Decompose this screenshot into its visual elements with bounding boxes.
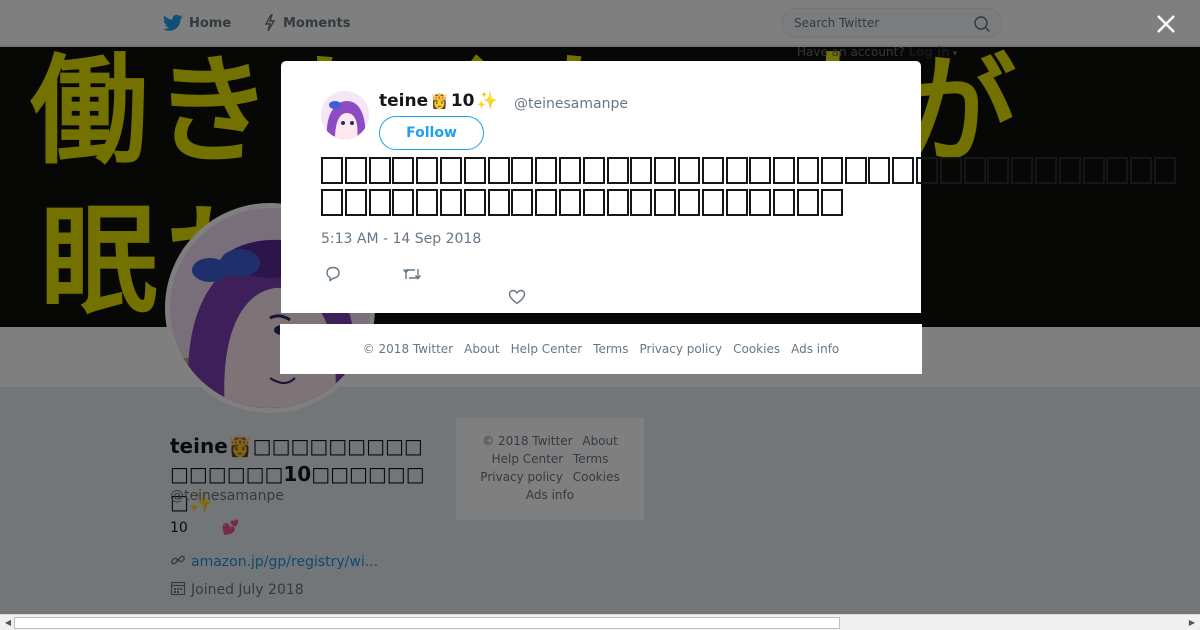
tweet-author-emoji: 👸 xyxy=(430,92,449,110)
missing-glyph-box xyxy=(463,157,486,184)
missing-glyph-box xyxy=(892,157,915,184)
modal-footer-privacy[interactable]: Privacy policy xyxy=(640,342,723,356)
tweet-text-line-1 xyxy=(321,156,1200,188)
tweet-author-handle[interactable]: @teinesamanpe xyxy=(514,96,628,112)
missing-glyph-box xyxy=(439,189,462,216)
horizontal-scrollbar[interactable]: ◀ ▶ xyxy=(0,614,1200,630)
close-icon[interactable] xyxy=(1153,11,1179,37)
modal-footer-copyright: © 2018 Twitter xyxy=(362,342,454,356)
missing-glyph-box xyxy=(392,189,415,216)
login-link[interactable]: Log in xyxy=(908,45,949,59)
tweet-author-name[interactable]: teine 👸 10 ✨ xyxy=(379,91,498,111)
missing-glyph-box xyxy=(1011,157,1034,184)
modal-footer: © 2018 Twitter About Help Center Terms P… xyxy=(280,324,922,374)
missing-glyph-box xyxy=(416,189,439,216)
missing-glyph-box xyxy=(677,157,700,184)
retweet-icon[interactable] xyxy=(402,265,422,287)
tweet-text xyxy=(321,156,1200,220)
tweet-author-sparkle: ✨ xyxy=(476,91,498,111)
missing-glyph-box xyxy=(915,157,938,184)
missing-glyph-box xyxy=(606,157,629,184)
missing-glyph-box xyxy=(416,157,439,184)
missing-glyph-box xyxy=(1034,157,1057,184)
missing-glyph-box xyxy=(701,157,724,184)
missing-glyph-box xyxy=(511,189,534,216)
tweet-text-line-2 xyxy=(321,188,1200,220)
missing-glyph-box xyxy=(630,157,653,184)
missing-glyph-box xyxy=(368,189,391,216)
missing-glyph-box xyxy=(654,189,677,216)
tweet-author-avatar[interactable] xyxy=(321,91,369,139)
missing-glyph-box xyxy=(630,189,653,216)
missing-glyph-box xyxy=(796,157,819,184)
follow-button[interactable]: Follow xyxy=(379,116,484,150)
scroll-left-icon[interactable]: ◀ xyxy=(2,617,14,629)
missing-glyph-box xyxy=(820,189,843,216)
missing-glyph-box xyxy=(535,189,558,216)
reply-icon[interactable] xyxy=(324,265,342,287)
missing-glyph-box xyxy=(701,189,724,216)
have-account-text: Have an account? xyxy=(797,45,905,59)
missing-glyph-box xyxy=(487,189,510,216)
like-icon[interactable] xyxy=(508,289,526,309)
login-prompt: Have an account? Log in ▾ xyxy=(797,45,957,59)
modal-footer-about[interactable]: About xyxy=(464,342,499,356)
missing-glyph-box xyxy=(321,157,343,184)
modal-footer-terms[interactable]: Terms xyxy=(593,342,628,356)
missing-glyph-box xyxy=(344,157,367,184)
missing-glyph-box xyxy=(558,157,581,184)
missing-glyph-box xyxy=(820,157,843,184)
tweet-author-name-text: teine xyxy=(379,91,429,111)
missing-glyph-box xyxy=(868,157,891,184)
missing-glyph-box xyxy=(1130,157,1153,184)
missing-glyph-box xyxy=(1082,157,1105,184)
tweet-author-number: 10 xyxy=(450,91,475,111)
missing-glyph-box xyxy=(511,157,534,184)
scroll-right-icon[interactable]: ▶ xyxy=(1186,617,1198,629)
missing-glyph-box xyxy=(487,157,510,184)
missing-glyph-box xyxy=(773,189,796,216)
missing-glyph-box xyxy=(987,157,1010,184)
missing-glyph-box xyxy=(392,157,415,184)
modal-footer-ads[interactable]: Ads info xyxy=(791,342,839,356)
chevron-down-icon[interactable]: ▾ xyxy=(950,49,958,59)
missing-glyph-box xyxy=(654,157,677,184)
modal-footer-cookies[interactable]: Cookies xyxy=(733,342,780,356)
missing-glyph-box xyxy=(344,189,367,216)
missing-glyph-box xyxy=(463,189,486,216)
missing-glyph-box xyxy=(1153,157,1176,184)
scrollbar-thumb[interactable] xyxy=(14,617,840,629)
missing-glyph-box xyxy=(606,189,629,216)
missing-glyph-box xyxy=(725,157,748,184)
missing-glyph-box xyxy=(1058,157,1081,184)
missing-glyph-box xyxy=(749,157,772,184)
tweet-modal: teine 👸 10 ✨ @teinesamanpe Follow 5:13 A… xyxy=(281,61,1176,313)
missing-glyph-box xyxy=(439,157,462,184)
missing-glyph-box xyxy=(963,157,986,184)
missing-glyph-box xyxy=(582,157,605,184)
missing-glyph-box xyxy=(558,189,581,216)
tweet-timestamp[interactable]: 5:13 AM - 14 Sep 2018 xyxy=(321,231,481,247)
missing-glyph-box xyxy=(535,157,558,184)
missing-glyph-box xyxy=(677,189,700,216)
missing-glyph-box xyxy=(796,189,819,216)
missing-glyph-box xyxy=(939,157,962,184)
missing-glyph-box xyxy=(725,189,748,216)
missing-glyph-box xyxy=(1106,157,1129,184)
missing-glyph-box xyxy=(321,189,343,216)
missing-glyph-box xyxy=(844,157,867,184)
missing-glyph-box xyxy=(368,157,391,184)
missing-glyph-box xyxy=(773,157,796,184)
missing-glyph-box xyxy=(749,189,772,216)
missing-glyph-box xyxy=(582,189,605,216)
modal-footer-help[interactable]: Help Center xyxy=(511,342,583,356)
